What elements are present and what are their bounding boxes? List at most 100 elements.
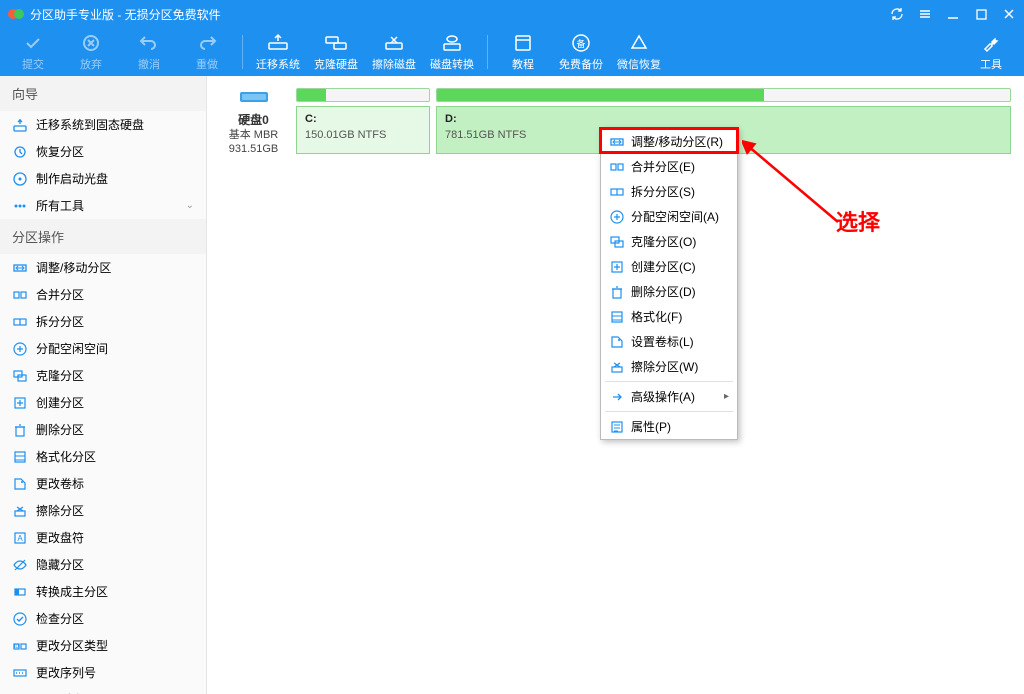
tutorial-button[interactable]: 教程 xyxy=(494,28,552,76)
adv-icon xyxy=(609,389,625,405)
check-icon xyxy=(12,611,28,627)
menu-item-label: 高级操作(A) xyxy=(631,388,695,405)
clone-disk-button[interactable]: 克隆硬盘 xyxy=(307,28,365,76)
menu-button[interactable] xyxy=(918,7,932,21)
sidebar-item[interactable]: 克隆分区 xyxy=(0,362,206,389)
sidebar-item[interactable]: 擦除分区 xyxy=(0,497,206,524)
refresh-button[interactable] xyxy=(890,7,904,21)
sidebar-item[interactable]: 恢复分区 xyxy=(0,138,206,165)
partition[interactable]: C: 150.01GB NTFS xyxy=(296,88,430,157)
sidebar-item[interactable]: 分配空闲空间 xyxy=(0,335,206,362)
sidebar-item[interactable]: A 更改盘符 xyxy=(0,524,206,551)
menu-item[interactable]: 擦除分区(W) xyxy=(601,354,737,379)
primary-icon xyxy=(12,584,28,600)
partition-usage-bar xyxy=(296,88,430,102)
sidebar-item[interactable]: 制作启动光盘 xyxy=(0,165,206,192)
migrate-icon xyxy=(12,117,28,133)
disk-info[interactable]: 硬盘0 基本 MBR 931.51GB xyxy=(219,88,288,157)
sidebar-item[interactable]: 调整/移动分区 xyxy=(0,254,206,281)
menu-item[interactable]: 分配空闲空间(A) xyxy=(601,204,737,229)
sidebar-item[interactable]: 格式化分区 xyxy=(0,443,206,470)
sidebar-item[interactable]: 更改卷标 xyxy=(0,470,206,497)
disk-size: 931.51GB xyxy=(219,142,288,156)
discard-button[interactable]: 放弃 xyxy=(62,28,120,76)
annotation-text: 选择 xyxy=(836,205,880,237)
menu-item[interactable]: 格式化(F) xyxy=(601,304,737,329)
menu-item[interactable]: 删除分区(D) xyxy=(601,279,737,304)
partition-letter: D: xyxy=(445,113,1002,125)
sidebar-item[interactable]: 创建分区 xyxy=(0,389,206,416)
sidebar-item-label: 更改卷标 xyxy=(36,475,84,492)
clone-icon xyxy=(12,368,28,384)
svg-text:A: A xyxy=(17,534,23,543)
minimize-button[interactable] xyxy=(946,7,960,21)
sidebar-item[interactable]: 转换成主分区 xyxy=(0,578,206,605)
sidebar-item-label: 隐藏分区 xyxy=(36,556,84,573)
wipe-icon xyxy=(609,359,625,375)
letter-icon: A xyxy=(12,530,28,546)
type-icon: ID xyxy=(12,638,28,654)
sidebar-item[interactable]: 检查分区 xyxy=(0,605,206,632)
wipe-disk-button[interactable]: 擦除磁盘 xyxy=(365,28,423,76)
sidebar-item-label: 更改盘符 xyxy=(36,529,84,546)
undo-button[interactable]: 撤消 xyxy=(120,28,178,76)
clone-icon xyxy=(609,234,625,250)
menu-item[interactable]: 高级操作(A) ▸ xyxy=(601,384,737,409)
sidebar: 向导 迁移系统到固态硬盘 恢复分区 制作启动光盘 所有工具 ⌄ 分区操作 调整/… xyxy=(0,76,207,694)
sidebar-item[interactable]: 拆分分区 xyxy=(0,308,206,335)
maximize-button[interactable] xyxy=(974,7,988,21)
sidebar-item-label: 分配空闲空间 xyxy=(36,340,108,357)
menu-item[interactable]: 创建分区(C) xyxy=(601,254,737,279)
sidebar-item[interactable]: 迁移系统到固态硬盘 xyxy=(0,111,206,138)
split-icon xyxy=(609,184,625,200)
menu-item[interactable]: 属性(P) xyxy=(601,414,737,439)
wechat-recover-button[interactable]: 微信恢复 xyxy=(610,28,668,76)
sidebar-item[interactable]: 分区对齐 xyxy=(0,686,206,694)
menu-item-label: 格式化(F) xyxy=(631,308,682,325)
sidebar-item[interactable]: ID 更改分区类型 xyxy=(0,632,206,659)
menu-item[interactable]: 调整/移动分区(R) xyxy=(601,129,737,154)
sidebar-item-label: 拆分分区 xyxy=(36,313,84,330)
format-icon xyxy=(12,449,28,465)
sidebar-item[interactable]: 所有工具 ⌄ xyxy=(0,192,206,219)
label-icon xyxy=(12,476,28,492)
tools-button[interactable]: 工具 xyxy=(962,28,1020,76)
alloc-icon xyxy=(12,341,28,357)
menu-item-label: 删除分区(D) xyxy=(631,283,696,300)
menu-item[interactable]: 设置卷标(L) xyxy=(601,329,737,354)
menu-item-label: 创建分区(C) xyxy=(631,258,696,275)
sidebar-item[interactable]: 隐藏分区 xyxy=(0,551,206,578)
menu-item[interactable]: 克隆分区(O) xyxy=(601,229,737,254)
redo-button[interactable]: 重做 xyxy=(178,28,236,76)
close-button[interactable] xyxy=(1002,7,1016,21)
migrate-os-button[interactable]: 迁移系统 xyxy=(249,28,307,76)
sidebar-wizard-header: 向导 xyxy=(0,76,206,111)
wipe-icon xyxy=(12,503,28,519)
sidebar-item-label: 更改分区类型 xyxy=(36,637,108,654)
svg-text:ID: ID xyxy=(14,644,19,650)
menu-separator xyxy=(605,411,733,412)
format-icon xyxy=(609,309,625,325)
merge-icon xyxy=(609,159,625,175)
commit-button[interactable]: 提交 xyxy=(4,28,62,76)
recover-icon xyxy=(12,144,28,160)
sidebar-item[interactable]: 删除分区 xyxy=(0,416,206,443)
menu-item-label: 调整/移动分区(R) xyxy=(631,133,723,150)
sidebar-item-label: 删除分区 xyxy=(36,421,84,438)
disk-name: 硬盘0 xyxy=(219,111,288,128)
props-icon xyxy=(609,419,625,435)
delete-icon xyxy=(12,422,28,438)
menu-item[interactable]: 合并分区(E) xyxy=(601,154,737,179)
sidebar-item-label: 创建分区 xyxy=(36,394,84,411)
disk-type: 基本 MBR xyxy=(219,128,288,142)
convert-disk-button[interactable]: 磁盘转换 xyxy=(423,28,481,76)
resize-icon xyxy=(609,134,625,150)
partition-box[interactable]: C: 150.01GB NTFS xyxy=(296,106,430,154)
sidebar-item[interactable]: 合并分区 xyxy=(0,281,206,308)
hide-icon xyxy=(12,557,28,573)
svg-text:备: 备 xyxy=(576,38,585,49)
sidebar-item[interactable]: 更改序列号 xyxy=(0,659,206,686)
menu-item-label: 设置卷标(L) xyxy=(631,333,694,350)
backup-button[interactable]: 备免费备份 xyxy=(552,28,610,76)
menu-item[interactable]: 拆分分区(S) xyxy=(601,179,737,204)
